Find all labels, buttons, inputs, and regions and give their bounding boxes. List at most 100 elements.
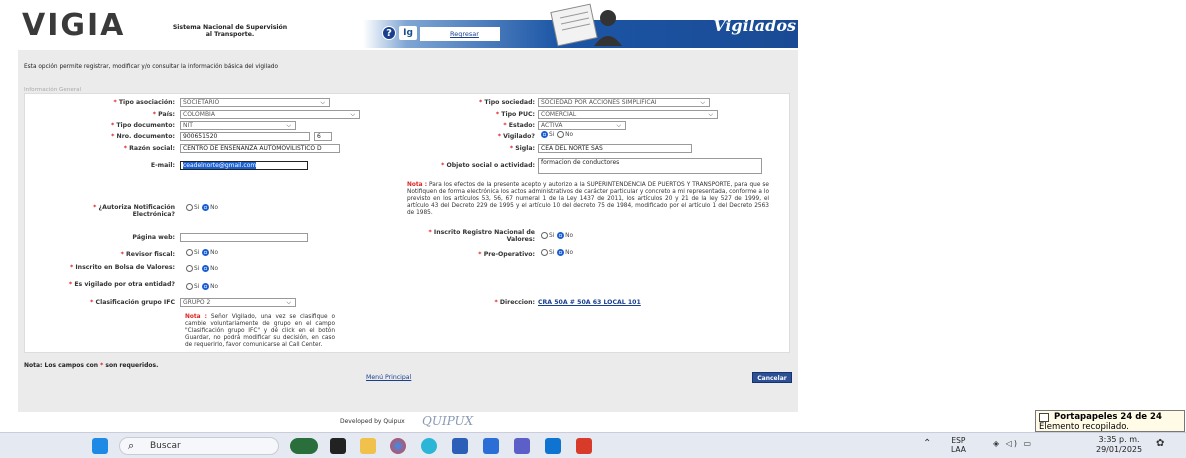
tipo-sociedad-label: * Tipo sociedad: bbox=[479, 99, 535, 106]
vigilado-no-radio[interactable] bbox=[557, 131, 565, 138]
revisor-fiscal-si-radio[interactable] bbox=[186, 249, 193, 256]
vigia-logo: VIGIA bbox=[22, 6, 182, 46]
clasificacion-ifc-label: * Clasificación grupo IFC bbox=[90, 299, 175, 306]
chevron-down-icon: ⌵ bbox=[616, 122, 621, 129]
objeto-social-label: * Objeto social o actividad: bbox=[441, 162, 535, 169]
edge-icon[interactable] bbox=[421, 438, 437, 454]
email-label: E-mail: bbox=[150, 162, 175, 169]
nro-documento-label: * Nro. documento: bbox=[111, 133, 175, 140]
regresar-link[interactable]: Regresar bbox=[420, 27, 500, 41]
notification-bell-icon[interactable]: ✿ bbox=[1156, 438, 1164, 449]
chevron-up-icon[interactable]: ⌃ bbox=[923, 438, 931, 449]
direccion-label: * Direccion: bbox=[494, 299, 535, 306]
chevron-down-icon: ⌵ bbox=[350, 111, 355, 118]
nota-autoriza: Nota : Para los efectos de la presente a… bbox=[407, 182, 769, 216]
razon-social-label: * Razón social: bbox=[123, 145, 175, 152]
autoriza-radio-group: Si No bbox=[185, 204, 218, 213]
pagina-web-input[interactable] bbox=[180, 233, 308, 242]
inscrito-rnv-si-radio[interactable] bbox=[541, 232, 548, 239]
objeto-social-textarea[interactable]: formacion de conductores bbox=[538, 158, 762, 174]
tipo-documento-label: * Tipo documento: bbox=[110, 122, 175, 129]
vigilado-si-radio[interactable] bbox=[541, 131, 548, 138]
pagina-web-label: Página web: bbox=[132, 234, 175, 241]
chrome-icon[interactable] bbox=[390, 438, 406, 454]
pre-operativo-label: * Pre-Operativo: bbox=[478, 251, 535, 258]
file-explorer-icon[interactable] bbox=[360, 438, 376, 454]
tipo-puc-select[interactable]: COMERCIAL ⌵ bbox=[538, 110, 718, 119]
teams-icon[interactable] bbox=[514, 438, 530, 454]
inscrito-rnv-radio-group: Si No bbox=[540, 232, 573, 241]
pre-operativo-radio-group: Si No bbox=[540, 249, 573, 258]
page-footer bbox=[18, 412, 798, 430]
revisor-fiscal-no-radio[interactable] bbox=[202, 249, 210, 256]
pais-select[interactable]: COLOMBIA ⌵ bbox=[180, 110, 360, 119]
acrobat-icon[interactable] bbox=[576, 438, 592, 454]
clasificacion-ifc-select[interactable]: GRUPO 2 ⌵ bbox=[180, 298, 296, 307]
bolsa-valores-no-radio[interactable] bbox=[202, 265, 210, 272]
bolsa-valores-label: * Inscrito en Bolsa de Valores: bbox=[69, 264, 175, 271]
search-icon: ⌕ bbox=[128, 439, 135, 452]
revisor-fiscal-radio-group: Si No bbox=[185, 249, 218, 258]
revisor-fiscal-label: * Revisor fiscal: bbox=[120, 251, 175, 258]
general-info-form: * Tipo asociación: SOCIETARIO ⌵ * Tipo so… bbox=[24, 93, 790, 353]
page-header: VIGIA Sistema Nacional de Supervisión al… bbox=[18, 0, 798, 50]
tipo-asociacion-label: * Tipo asociación: bbox=[113, 99, 175, 106]
vigilado-otra-si-radio[interactable] bbox=[186, 283, 193, 290]
autoriza-no-radio[interactable] bbox=[202, 204, 210, 211]
direccion-value[interactable]: CRA 50A # 50A 63 LOCAL 101 bbox=[538, 299, 738, 306]
pre-operativo-si-radio[interactable] bbox=[541, 249, 548, 256]
browser-page: VIGIA Sistema Nacional de Supervisión al… bbox=[18, 0, 798, 430]
vigilado-radio-group: Si No bbox=[540, 131, 573, 140]
widget-icon[interactable] bbox=[290, 438, 318, 454]
start-windows-icon[interactable] bbox=[92, 438, 108, 454]
inscrito-rnv-no-radio[interactable] bbox=[557, 232, 565, 239]
nota-requeridos: Nota: Los campos con * son requeridos. bbox=[24, 362, 159, 369]
notification-subtitle: Elemento recopilado. bbox=[1039, 422, 1129, 432]
cancel-button[interactable]: Cancelar bbox=[752, 372, 792, 383]
sigla-input[interactable]: CEA DEL NORTE SAS bbox=[538, 144, 692, 153]
system-tray-icons[interactable]: ◈ ◁) ▭ bbox=[993, 439, 1033, 448]
language-indicator[interactable]: ESP LAA bbox=[951, 436, 966, 454]
tipo-sociedad-select[interactable]: SOCIEDAD POR ACCIONES SIMPLIFICAI ⌵ bbox=[538, 98, 710, 107]
taskbar-search[interactable]: ⌕ Buscar bbox=[119, 437, 279, 455]
menu-principal-link[interactable]: Menú Principal bbox=[366, 374, 411, 381]
store-icon[interactable] bbox=[452, 438, 468, 454]
tipo-asociacion-select[interactable]: SOCIETARIO ⌵ bbox=[180, 98, 330, 107]
bolsa-valores-radio-group: Si No bbox=[185, 265, 218, 274]
nota-ifc: Nota : Señor Vigilado, una vez se clasif… bbox=[185, 314, 335, 348]
autoriza-si-radio[interactable] bbox=[186, 204, 193, 211]
chevron-down-icon: ⌵ bbox=[320, 99, 325, 106]
razon-social-input[interactable]: CENTRO DE ENSEÑANZA AUTOMOVILISTICO D bbox=[180, 144, 340, 153]
word-icon[interactable] bbox=[483, 438, 499, 454]
tipo-documento-select[interactable]: NIT ⌵ bbox=[180, 121, 296, 130]
bolsa-valores-si-radio[interactable] bbox=[186, 265, 193, 272]
logo-text: VIGIA bbox=[22, 8, 126, 43]
taskbar-clock[interactable]: 3:35 p. m. 29/01/2025 bbox=[1096, 435, 1142, 455]
pais-label: * País: bbox=[152, 111, 175, 118]
pre-operativo-no-radio[interactable] bbox=[557, 249, 565, 256]
registro-line2: Vigilados bbox=[713, 16, 796, 35]
system-subtitle: Sistema Nacional de Supervisión al Trans… bbox=[172, 24, 288, 38]
registro-title: Registro de Vigilados bbox=[624, 6, 796, 35]
task-view-icon[interactable] bbox=[330, 438, 346, 454]
developed-by-text: Developed by Quipux bbox=[340, 418, 405, 425]
estado-label: * Estado: bbox=[503, 122, 535, 129]
chevron-down-icon: ⌵ bbox=[286, 122, 291, 129]
email-input[interactable]: ceadelnorte@gmail.com bbox=[180, 161, 308, 170]
inscrito-rnv-label: * Inscrito Registro Nacional de Valores: bbox=[428, 229, 535, 243]
outlook-icon[interactable] bbox=[545, 438, 561, 454]
chevron-down-icon: ⌵ bbox=[286, 299, 291, 306]
sigla-label: * Sigla: bbox=[509, 145, 535, 152]
clipboard-notification[interactable]: Portapapeles 24 de 24 Elemento recopilad… bbox=[1035, 410, 1185, 432]
quipux-logo: QUIPUX bbox=[422, 414, 474, 428]
tipo-puc-label: * Tipo PUC: bbox=[495, 111, 535, 118]
chevron-down-icon: ⌵ bbox=[700, 99, 705, 106]
vigilado-label: * Vigilado? bbox=[497, 133, 535, 140]
nro-documento-input[interactable]: 900651520 bbox=[180, 132, 310, 141]
intro-text: Esta opción permite registrar, modificar… bbox=[24, 64, 279, 70]
clipboard-icon bbox=[1039, 413, 1049, 422]
estado-select[interactable]: ACTIVA ⌵ bbox=[538, 121, 626, 130]
dv-input[interactable]: 6 bbox=[314, 132, 332, 141]
vigilado-otra-no-radio[interactable] bbox=[202, 283, 210, 290]
help-icon[interactable]: ? bbox=[382, 26, 396, 40]
